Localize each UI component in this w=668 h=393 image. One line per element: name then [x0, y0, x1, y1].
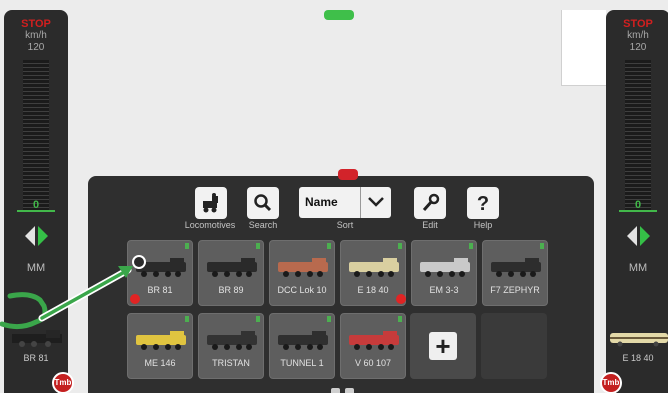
status-flag-icon: [256, 316, 260, 322]
status-flag-icon: [185, 243, 189, 249]
page-indicator[interactable]: [345, 388, 354, 393]
loco-name: BR 81: [23, 353, 49, 363]
help-label: Help: [473, 220, 493, 230]
loco-tile[interactable]: BR 89: [198, 240, 264, 306]
chevron-down-icon: [368, 197, 384, 207]
loco-tile-label: F7 ZEPHYR: [490, 285, 540, 295]
help-button[interactable]: ?: [467, 187, 499, 219]
status-flag-icon: [256, 243, 260, 249]
speed-value: 0: [634, 199, 642, 211]
loco-thumbnail[interactable]: [4, 328, 68, 348]
locomotive-image-icon: [278, 258, 328, 277]
status-flag-icon: [398, 316, 402, 322]
loco-tile[interactable]: ME 146: [127, 313, 193, 379]
status-flag-icon: [398, 243, 402, 249]
top-right-panel: [561, 10, 606, 86]
loco-tile-label: E 18 40: [357, 285, 389, 295]
locomotive-image-icon: [136, 331, 186, 350]
speed-value: 0: [32, 199, 40, 211]
protocol-mode: MM: [26, 262, 46, 274]
right-loco-control: STOP km/h 120 0 MM E 18 40: [606, 10, 668, 393]
loco-tile[interactable]: BR 81: [127, 240, 193, 306]
locomotive-image-icon: [491, 258, 541, 277]
edit-label: Edit: [422, 220, 438, 230]
speed-unit: km/h: [25, 30, 47, 41]
locomotive-image-icon: [136, 258, 186, 277]
tray-handle[interactable]: [338, 169, 358, 180]
speed-slider[interactable]: 0: [17, 60, 55, 212]
direction-forward-icon[interactable]: [37, 226, 48, 246]
stop-button[interactable]: STOP: [4, 18, 68, 30]
status-flag-icon: [469, 243, 473, 249]
status-flag-icon: [185, 316, 189, 322]
status-flag-icon: [327, 316, 331, 322]
max-speed: 120: [27, 42, 45, 53]
loco-badge-icon[interactable]: Tmb: [52, 372, 74, 393]
loco-tile-label: TUNNEL 1: [280, 358, 324, 368]
loco-name: E 18 40: [622, 353, 654, 363]
loco-tile-label: ME 146: [144, 358, 176, 368]
loco-tile[interactable]: TUNNEL 1: [269, 313, 335, 379]
direction-controls: [606, 226, 668, 248]
speed-slider-handle[interactable]: [619, 210, 657, 212]
direction-reverse-icon[interactable]: [24, 226, 35, 246]
add-locomotive-button[interactable]: +: [410, 313, 476, 379]
search-icon: [254, 194, 272, 212]
wrench-icon: [422, 193, 440, 211]
loco-tile-label: V 60 107: [354, 358, 392, 368]
loco-tile[interactable]: F7 ZEPHYR: [482, 240, 548, 306]
top-drawer-handle[interactable]: [324, 10, 354, 20]
locomotives-label: Locomotives: [184, 220, 236, 230]
direction-reverse-icon[interactable]: [626, 226, 637, 246]
loco-tile-label: BR 81: [147, 285, 173, 295]
loco-tile-label: EM 3-3: [429, 285, 459, 295]
max-speed: 120: [629, 42, 647, 53]
direction-controls: [4, 226, 68, 248]
speed-slider-handle[interactable]: [17, 210, 55, 212]
loco-thumbnail[interactable]: [606, 328, 668, 348]
loco-tile[interactable]: EM 3-3: [411, 240, 477, 306]
locomotive-image-icon: [349, 258, 399, 277]
plus-icon: +: [429, 332, 457, 360]
sort-select[interactable]: Name: [299, 187, 391, 218]
speed-unit: km/h: [627, 30, 649, 41]
loco-tile[interactable]: DCC Lok 10: [269, 240, 335, 306]
left-loco-control: STOP km/h 120 0 MM BR 81: [4, 10, 68, 393]
status-flag-icon: [327, 243, 331, 249]
sort-label: Sort: [336, 220, 354, 230]
locomotives-button[interactable]: [195, 187, 227, 219]
direction-forward-icon[interactable]: [639, 226, 650, 246]
sort-value: Name: [305, 195, 338, 209]
loco-tile-label: BR 89: [218, 285, 244, 295]
locomotive-icon: [203, 193, 218, 213]
page-indicator[interactable]: [331, 388, 340, 393]
active-indicator-dot: [396, 294, 406, 304]
protocol-mode: MM: [628, 262, 648, 274]
loco-tile-label: DCC Lok 10: [277, 285, 327, 295]
sort-divider: [360, 187, 361, 218]
speed-slider[interactable]: 0: [619, 60, 657, 212]
loco-badge-icon[interactable]: Tmb: [600, 372, 622, 393]
search-label: Search: [248, 220, 278, 230]
loco-tile[interactable]: TRISTAN: [198, 313, 264, 379]
search-button[interactable]: [247, 187, 279, 219]
locomotive-image-icon: [207, 258, 257, 277]
empty-slot: [481, 313, 547, 379]
help-icon: ?: [477, 193, 489, 214]
status-flag-icon: [540, 243, 544, 249]
locomotive-image-icon: [420, 258, 470, 277]
loco-tile[interactable]: E 18 40: [340, 240, 406, 306]
active-indicator-dot: [130, 294, 140, 304]
locomotive-image-icon: [349, 331, 399, 350]
loco-tile[interactable]: V 60 107: [340, 313, 406, 379]
svg-text:?: ?: [477, 193, 489, 214]
locomotive-image-icon: [207, 331, 257, 350]
edit-button[interactable]: [414, 187, 446, 219]
loco-tile-label: TRISTAN: [212, 358, 250, 368]
app-screen: STOP km/h 120 0 MM BR 81 Tmb STOP km/h 1…: [0, 0, 668, 393]
locomotive-image-icon: [278, 331, 328, 350]
stop-button[interactable]: STOP: [606, 18, 668, 30]
